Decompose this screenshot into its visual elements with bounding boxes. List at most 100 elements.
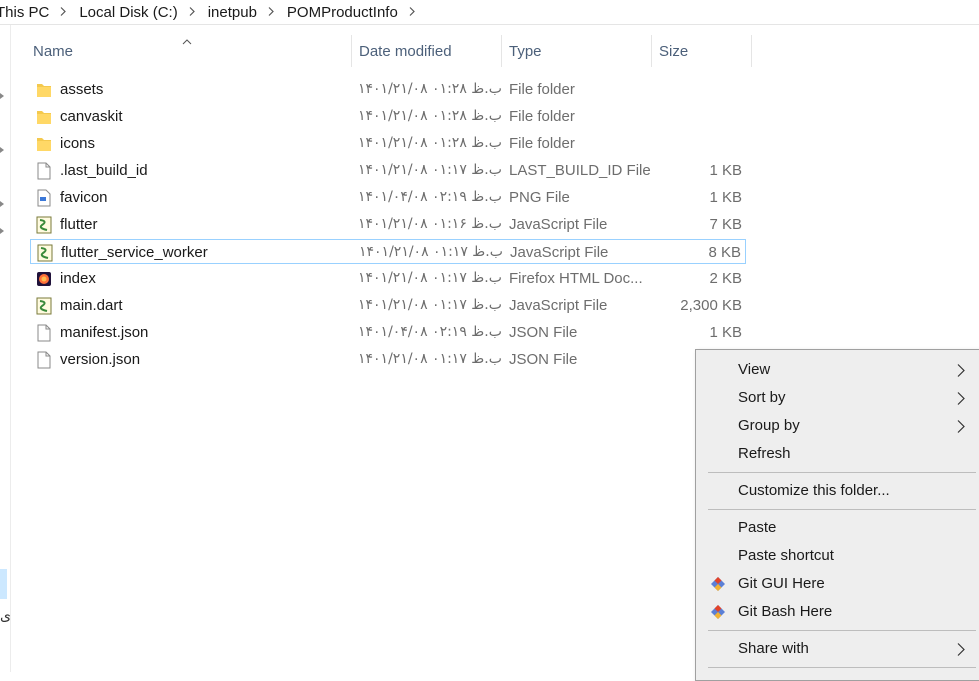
menu-item-share-with[interactable]: Share with: [696, 635, 979, 663]
file-row[interactable]: version.json ۱۴۰۱/۲۱/۰۸ ب.ظ ۰۱:۱۷ JSON F…: [30, 347, 746, 372]
file-type: File folder: [509, 108, 575, 125]
chevron-right-icon: [957, 364, 965, 377]
file-date: ۱۴۰۱/۲۱/۰۸ ب.ظ ۰۱:۲۸: [358, 135, 502, 151]
chevron-right-icon[interactable]: [59, 7, 67, 16]
file-type: JavaScript File: [510, 244, 609, 261]
breadcrumb-item-pomproductinfo[interactable]: POMProductInfo: [287, 4, 398, 21]
folder-icon: [36, 135, 52, 153]
file-type: File folder: [509, 81, 575, 98]
file-type: JavaScript File: [509, 216, 608, 233]
menu-item-git-bash[interactable]: Git Bash Here: [696, 598, 979, 626]
expand-icon[interactable]: [0, 147, 8, 153]
navigation-pane[interactable]: ی: [0, 25, 11, 672]
file-date: ۱۴۰۱/۲۱/۰۸ ب.ظ ۰۱:۱۷: [358, 162, 502, 178]
chevron-right-icon: [957, 420, 965, 433]
menu-item-git-gui[interactable]: Git GUI Here: [696, 570, 979, 598]
breadcrumb-item-inetpub[interactable]: inetpub: [208, 4, 257, 21]
column-header-type[interactable]: Type: [502, 35, 651, 67]
file-type: JSON File: [509, 351, 578, 368]
git-icon: [711, 605, 725, 619]
column-header-type-label: Type: [509, 42, 542, 60]
expand-icon[interactable]: [0, 93, 8, 99]
blank-file-icon: [36, 351, 52, 369]
file-date: ۱۴۰۱/۲۱/۰۸ ب.ظ ۰۱:۱۷: [358, 270, 502, 286]
file-date: ۱۴۰۱/۲۱/۰۸ ب.ظ ۰۱:۱۷: [358, 351, 502, 367]
menu-separator: [708, 472, 976, 473]
file-row[interactable]: flutter ۱۴۰۱/۲۱/۰۸ ب.ظ ۰۱:۱۶ JavaScript …: [30, 212, 746, 237]
breadcrumb-item-this-pc[interactable]: This PC: [0, 4, 49, 21]
file-row[interactable]: index ۱۴۰۱/۲۱/۰۸ ب.ظ ۰۱:۱۷ Firefox HTML …: [30, 266, 746, 291]
file-name: flutter: [60, 216, 98, 233]
file-date: ۱۴۰۱/۲۱/۰۸ ب.ظ ۰۱:۱۷: [359, 244, 503, 260]
file-name: index: [60, 270, 96, 287]
menu-item-label: Paste: [738, 519, 777, 536]
column-header-name-label: Name: [33, 42, 74, 60]
menu-item-label: Share with: [738, 640, 809, 657]
file-name: manifest.json: [60, 324, 149, 341]
file-row-selected[interactable]: flutter_service_worker ۱۴۰۱/۲۱/۰۸ ب.ظ ۰۱…: [30, 239, 746, 264]
menu-item-label: Refresh: [738, 445, 791, 462]
menu-item-label: Git GUI Here: [738, 575, 825, 592]
script-file-icon: [36, 297, 52, 315]
menu-item-label: Group by: [738, 417, 800, 434]
column-header-size[interactable]: Size: [652, 35, 751, 67]
file-type: LAST_BUILD_ID File: [509, 162, 651, 179]
file-name: main.dart: [60, 297, 123, 314]
file-type: JavaScript File: [509, 297, 608, 314]
menu-item-label: View: [738, 361, 771, 378]
file-date: ۱۴۰۱/۰۴/۰۸ ب.ظ ۰۲:۱۹: [358, 324, 502, 340]
blank-file-icon: [36, 162, 52, 180]
blank-file-icon: [36, 324, 52, 342]
file-row[interactable]: main.dart ۱۴۰۱/۲۱/۰۸ ب.ظ ۰۱:۱۷ JavaScrip…: [30, 293, 746, 318]
chevron-right-icon[interactable]: [267, 7, 275, 16]
column-divider[interactable]: [751, 35, 752, 67]
file-size: 8 KB: [708, 244, 741, 261]
menu-item-label: Customize this folder...: [738, 482, 890, 499]
menu-item-label: Paste shortcut: [738, 547, 834, 564]
file-row[interactable]: assets ۱۴۰۱/۲۱/۰۸ ب.ظ ۰۱:۲۸ File folder: [30, 77, 746, 102]
file-row[interactable]: canvaskit ۱۴۰۱/۲۱/۰۸ ب.ظ ۰۱:۲۸ File fold…: [30, 104, 746, 129]
expand-icon[interactable]: [0, 201, 8, 207]
nav-selected-item[interactable]: [0, 569, 7, 599]
chevron-right-icon: [957, 392, 965, 405]
git-icon: [711, 577, 725, 591]
menu-item-paste-shortcut[interactable]: Paste shortcut: [696, 542, 979, 570]
file-row[interactable]: favicon ۱۴۰۱/۰۴/۰۸ ب.ظ ۰۲:۱۹ PNG File 1 …: [30, 185, 746, 210]
file-row[interactable]: manifest.json ۱۴۰۱/۰۴/۰۸ ب.ظ ۰۲:۱۹ JSON …: [30, 320, 746, 345]
file-name: assets: [60, 81, 104, 98]
file-row[interactable]: .last_build_id ۱۴۰۱/۲۱/۰۸ ب.ظ ۰۱:۱۷ LAST…: [30, 158, 746, 183]
chevron-right-icon[interactable]: [188, 7, 196, 16]
menu-item-label: Git Bash Here: [738, 603, 833, 620]
menu-item-view[interactable]: View: [696, 356, 979, 384]
column-header-size-label: Size: [659, 42, 689, 60]
column-header-date-label: Date modified: [359, 42, 452, 60]
column-header-date[interactable]: Date modified: [352, 35, 501, 67]
menu-item-paste[interactable]: Paste: [696, 514, 979, 542]
file-name: flutter_service_worker: [61, 244, 208, 261]
menu-item-group-by[interactable]: Group by: [696, 412, 979, 440]
chevron-right-icon[interactable]: [408, 7, 416, 16]
menu-item-label: Sort by: [738, 389, 786, 406]
menu-separator: [708, 667, 976, 668]
nav-item-label: ی: [0, 607, 11, 623]
file-size: 2 KB: [709, 270, 742, 287]
expand-icon[interactable]: [0, 228, 8, 234]
file-date: ۱۴۰۱/۲۱/۰۸ ب.ظ ۰۱:۲۸: [358, 81, 502, 97]
file-name: version.json: [60, 351, 141, 368]
folder-icon: [36, 81, 52, 99]
menu-item-refresh[interactable]: Refresh: [696, 440, 979, 468]
menu-item-sort-by[interactable]: Sort by: [696, 384, 979, 412]
breadcrumb: This PC Local Disk (C:) inetpub POMProdu…: [0, 0, 979, 25]
file-name: icons: [60, 135, 96, 152]
file-size: 1 KB: [709, 162, 742, 179]
breadcrumb-item-local-disk[interactable]: Local Disk (C:): [79, 4, 177, 21]
file-date: ۱۴۰۱/۲۱/۰۸ ب.ظ ۰۱:۱۶: [358, 216, 502, 232]
context-menu: View Sort by Group by Refresh Customize …: [695, 349, 979, 681]
file-name: canvaskit: [60, 108, 123, 125]
menu-separator: [708, 630, 976, 631]
file-size: 1 KB: [709, 189, 742, 206]
script-file-icon: [37, 244, 53, 262]
menu-item-customize-folder[interactable]: Customize this folder...: [696, 477, 979, 505]
column-header-name[interactable]: Name: [26, 35, 351, 67]
file-row[interactable]: icons ۱۴۰۱/۲۱/۰۸ ب.ظ ۰۱:۲۸ File folder: [30, 131, 746, 156]
